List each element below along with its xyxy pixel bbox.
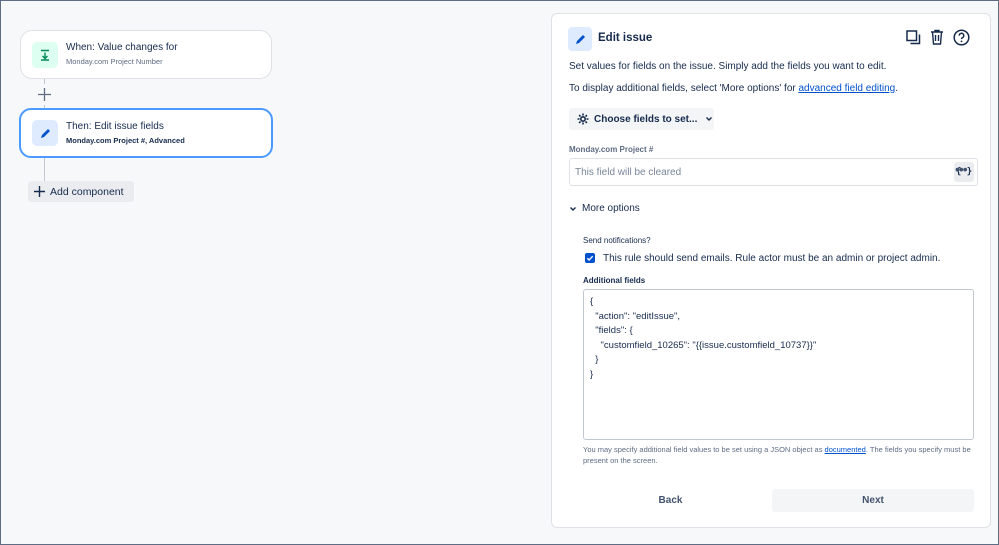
- action-title: Then: Edit issue fields: [66, 120, 164, 132]
- trash-icon[interactable]: [928, 28, 946, 46]
- field-placeholder: This field will be cleared: [575, 166, 682, 178]
- more-options-toggle[interactable]: More options: [569, 203, 640, 214]
- check-icon: [586, 255, 594, 262]
- chevron-down-icon: [706, 117, 713, 121]
- panel-description: Set values for fields on the issue. Simp…: [569, 61, 887, 72]
- send-notifications-label: Send notifications?: [583, 236, 651, 245]
- additional-fields-label: Additional fields: [583, 276, 646, 285]
- add-component-button[interactable]: Add component: [28, 181, 134, 202]
- additional-fields-help: You may specify additional field values …: [583, 444, 973, 466]
- back-button[interactable]: Back: [569, 489, 772, 512]
- rule-canvas: When: Value changes for Monday.com Proje…: [0, 0, 540, 545]
- display-hint-suffix: .: [895, 83, 899, 94]
- help-text: You may specify additional field values …: [583, 445, 823, 454]
- action-node[interactable]: Then: Edit issue fields Monday.com Proje…: [19, 108, 273, 158]
- documented-link[interactable]: documented: [825, 445, 866, 454]
- field-label: Monday.com Project #: [569, 145, 654, 154]
- chevron-down-icon: [570, 206, 576, 211]
- trigger-subtitle: Monday.com Project Number: [66, 57, 163, 66]
- trigger-node[interactable]: When: Value changes for Monday.com Proje…: [20, 30, 272, 79]
- download-arrow-icon: [32, 41, 58, 68]
- insert-component-button[interactable]: [34, 84, 55, 105]
- project-number-field[interactable]: This field will be cleared { }: [569, 158, 978, 186]
- display-hint: To display additional fields, select 'Mo…: [569, 83, 898, 94]
- send-notifications-text: This rule should send emails. Rule actor…: [603, 253, 941, 264]
- more-actions-icon[interactable]: •••: [955, 161, 968, 177]
- display-hint-text: To display additional fields, select 'Mo…: [569, 83, 796, 94]
- trigger-title: When: Value changes for: [66, 42, 178, 53]
- copy-icon[interactable]: [904, 28, 922, 46]
- plus-icon: [34, 186, 45, 197]
- advanced-field-editing-link[interactable]: advanced field editing: [799, 83, 896, 94]
- send-notifications-checkbox[interactable]: [585, 253, 595, 263]
- next-button[interactable]: Next: [772, 489, 974, 512]
- header-actions: [904, 28, 970, 46]
- additional-fields-textarea[interactable]: { "action": "editIssue", "fields": { "cu…: [583, 289, 974, 440]
- choose-fields-label: Choose fields to set...: [594, 113, 698, 125]
- add-component-label: Add component: [50, 185, 124, 198]
- pencil-icon: [32, 120, 58, 146]
- action-subtitle: Monday.com Project #, Advanced: [66, 135, 185, 145]
- gear-icon: [577, 113, 589, 125]
- panel-title: Edit issue: [598, 32, 653, 44]
- edit-issue-panel: Edit issue Set values for fields on the …: [551, 13, 991, 528]
- connector-line: [44, 157, 45, 182]
- choose-fields-dropdown[interactable]: Choose fields to set...: [569, 108, 714, 130]
- plus-icon: [38, 88, 51, 101]
- pencil-icon: [568, 27, 592, 51]
- help-icon[interactable]: [952, 28, 970, 46]
- more-options-label: More options: [582, 203, 640, 214]
